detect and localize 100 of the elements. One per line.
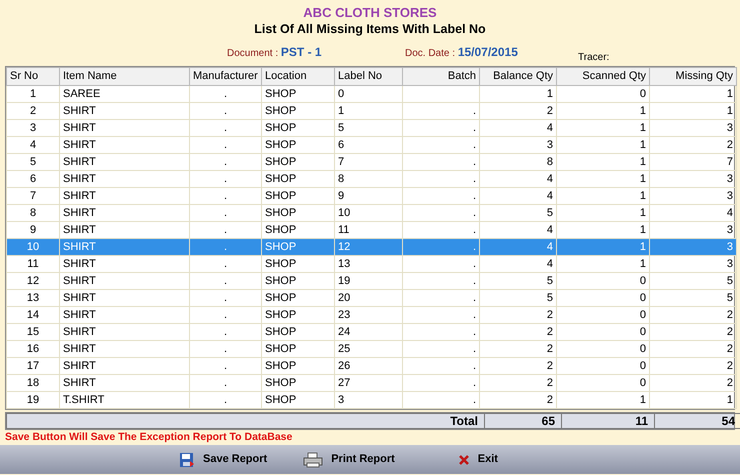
table-row[interactable]: 5 SHIRT . SHOP 7 . 8 1 7: [6, 154, 736, 170]
table-cell: 2: [546, 326, 553, 338]
table-row[interactable]: 1 SAREE . SHOP 0 1 0 1: [6, 86, 736, 102]
table-cell: .: [224, 292, 228, 304]
total-value: 11: [635, 414, 648, 428]
table-cell: 20: [338, 292, 350, 304]
table-row[interactable]: 2 SHIRT . SHOP 1 . 2 1 1: [6, 102, 736, 120]
table-row[interactable]: 8 SHIRT . SHOP 10 . 5 1 4: [6, 204, 736, 222]
table-cell: 1: [338, 104, 344, 116]
table-cell: 5: [338, 122, 344, 134]
column-header: Scanned Qty: [556, 68, 650, 86]
table-cell: 3: [546, 138, 553, 150]
table-cell: 0: [640, 88, 646, 100]
table-cell: SHIRT: [63, 292, 96, 304]
table-cell: .: [472, 274, 476, 286]
table-row[interactable]: 11 SHIRT . SHOP 13 . 4 1 3: [6, 256, 736, 272]
table-cell: .: [224, 308, 228, 320]
table-cell: 5: [726, 292, 733, 304]
table-cell: SAREE: [63, 88, 100, 100]
table-cell: .: [224, 342, 228, 354]
table-cell: SHOP: [265, 360, 296, 372]
table-cell: 0: [640, 274, 646, 286]
table-cell: 2: [546, 308, 553, 320]
table-cell: .: [472, 240, 476, 252]
table-row[interactable]: 16 SHIRT . SHOP 25 . 2 0 2: [6, 340, 736, 358]
table-cell: 9: [30, 224, 36, 236]
table-row[interactable]: 13 SHIRT . SHOP 20 . 5 0 5: [6, 290, 736, 306]
print-report-button[interactable]: Print Report: [299, 452, 399, 468]
table-cell: SHOP: [265, 240, 296, 252]
table-cell: 1: [640, 190, 646, 202]
table-cell: SHOP: [265, 190, 296, 202]
table-cell: .: [224, 360, 228, 372]
column-header: Item Name: [60, 68, 190, 86]
printer-icon: [303, 452, 324, 468]
save-hint-message: Save Button Will Save The Exception Report To DataBase: [5, 431, 292, 443]
table-cell: 11: [338, 224, 350, 236]
table-row[interactable]: 17 SHIRT . SHOP 26 . 2 0 2: [6, 358, 736, 374]
table-row[interactable]: 3 SHIRT . SHOP 5 . 4 1 3: [6, 120, 736, 136]
table-row[interactable]: 15 SHIRT . SHOP 24 . 2 0 2: [6, 324, 736, 340]
table-cell: .: [472, 172, 476, 184]
table-cell: 10: [338, 206, 350, 218]
table-cell: 2: [546, 342, 553, 354]
table-cell: 4: [726, 206, 733, 218]
table-cell: 1: [640, 394, 646, 406]
table-cell: .: [224, 122, 228, 134]
table-cell: 3: [30, 122, 36, 134]
table-cell: 24: [338, 326, 350, 338]
table-cell: SHIRT: [63, 224, 96, 236]
save-report-button[interactable]: Save Report: [175, 452, 272, 468]
table-cell: SHOP: [265, 104, 296, 116]
table-cell: .: [224, 138, 228, 150]
table-cell: 0: [640, 326, 646, 338]
table-cell: SHIRT: [63, 342, 96, 354]
table-cell: 4: [546, 190, 553, 202]
table-cell: 1: [640, 172, 646, 184]
table-row[interactable]: 14 SHIRT . SHOP 23 . 2 0 2: [6, 306, 736, 324]
table-cell: SHIRT: [63, 240, 96, 252]
column-header: Location: [262, 68, 334, 86]
tracer-label: Tracer:: [578, 52, 610, 64]
table-cell: .: [472, 224, 476, 236]
table-cell: SHIRT: [63, 156, 96, 168]
table-cell: .: [472, 394, 476, 406]
table-cell: 2: [726, 138, 733, 150]
table-cell: 4: [546, 258, 553, 270]
table-cell: SHIRT: [63, 258, 96, 270]
table-row[interactable]: 4 SHIRT . SHOP 6 . 3 1 2: [6, 136, 736, 154]
table-cell: 10: [26, 240, 40, 252]
table-cell: SHOP: [265, 156, 296, 168]
table-row[interactable]: 12 SHIRT . SHOP 19 . 5 0 5: [6, 272, 736, 290]
table-cell: 14: [26, 308, 40, 320]
table-cell: 0: [640, 308, 646, 320]
table-cell: 1: [640, 240, 646, 252]
table-cell: SHIRT: [63, 326, 96, 338]
exit-button[interactable]: Exit: [454, 452, 502, 466]
table-cell: 2: [726, 360, 733, 372]
table-cell: SHOP: [265, 258, 296, 270]
table-cell: 4: [546, 224, 553, 236]
table-row[interactable]: 6 SHIRT . SHOP 8 . 4 1 3: [6, 170, 736, 188]
table-cell: 1: [640, 206, 646, 218]
table-cell: 3: [726, 224, 733, 236]
table-cell: .: [472, 104, 476, 116]
table-cell: .: [472, 292, 476, 304]
table-cell: SHOP: [265, 342, 296, 354]
close-icon: [458, 454, 470, 466]
table-cell: SHOP: [265, 292, 296, 304]
column-header: Missing Qty: [650, 68, 736, 86]
table-cell: SHOP: [265, 274, 296, 286]
table-row[interactable]: 18 SHIRT . SHOP 27 . 2 0 2: [6, 374, 736, 392]
table-cell: .: [224, 224, 228, 236]
table-cell: 16: [26, 342, 40, 354]
table-row[interactable]: 19 T.SHIRT . SHOP 3 . 2 1 1: [6, 392, 736, 408]
table-cell: 18: [26, 376, 40, 388]
table-cell: 7: [338, 156, 344, 168]
table-cell: 1: [640, 224, 646, 236]
table-cell: 0: [640, 376, 646, 388]
table-row[interactable]: 7 SHIRT . SHOP 9 . 4 1 3: [6, 188, 736, 204]
table-cell: SHIRT: [63, 376, 96, 388]
table-cell: 1: [726, 104, 733, 116]
table-cell: 13: [338, 258, 350, 270]
table-cell: SHIRT: [63, 172, 96, 184]
